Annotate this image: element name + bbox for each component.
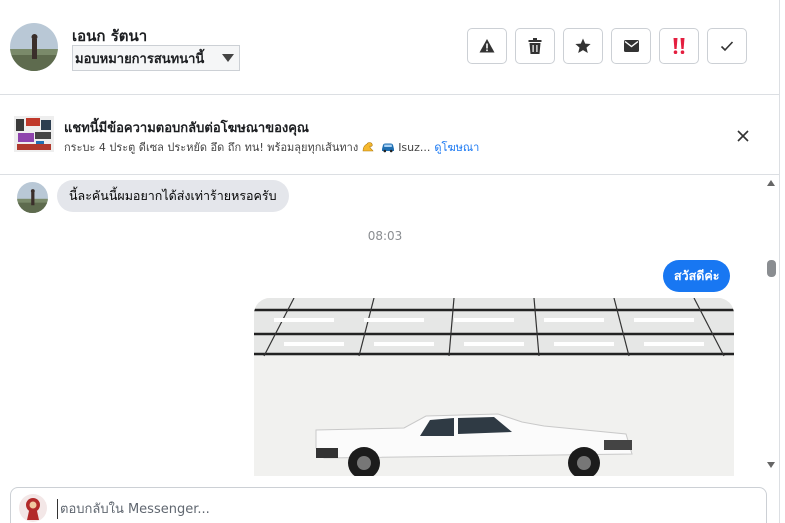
- star-icon: [575, 38, 591, 53]
- ad-description: กระบะ 4 ประตู ดีเซล ประหยัด อึด ถึก ทน! …: [64, 138, 479, 156]
- assign-conversation-label: มอบหมายการสนทนานี้: [75, 51, 205, 67]
- ad-reply-banner: แชทนี้มีข้อความตอบกลับต่อโฆษณาของคุณ กระ…: [0, 96, 779, 175]
- message-thread[interactable]: นี้ละคันนี้ผมอยากได้ส่งเท่าร้ายหรอครับ 0…: [0, 176, 766, 476]
- car-icon: [382, 143, 395, 153]
- reply-input[interactable]: [57, 499, 747, 519]
- report-spam-button[interactable]: [467, 28, 507, 64]
- ad-thumbnail[interactable]: [14, 116, 54, 152]
- warning-icon: [479, 39, 495, 53]
- thread-scrollbar[interactable]: [764, 176, 779, 476]
- page-avatar: [19, 494, 47, 522]
- conversation-header: เอนก รัตนา มอบหมายการสนทนานี้: [0, 0, 779, 95]
- mark-important-button[interactable]: [659, 28, 699, 64]
- assign-conversation-dropdown[interactable]: มอบหมายการสนทนานี้: [72, 45, 240, 71]
- close-banner-button[interactable]: [733, 126, 753, 146]
- message-timestamp: 08:03: [367, 229, 403, 243]
- close-icon: [737, 130, 749, 142]
- scroll-thumb[interactable]: [767, 260, 776, 277]
- sender-avatar: [17, 182, 48, 213]
- flexed-biceps-icon: [362, 142, 374, 152]
- mark-done-button[interactable]: [707, 28, 747, 64]
- scroll-up-arrow-icon[interactable]: [767, 180, 775, 186]
- delete-button[interactable]: [515, 28, 555, 64]
- chevron-down-icon: [222, 54, 234, 62]
- star-button[interactable]: [563, 28, 603, 64]
- ad-description-end: Isuz...: [398, 140, 431, 154]
- check-icon: [720, 41, 734, 52]
- envelope-icon: [623, 40, 639, 52]
- reply-composer: [10, 487, 767, 523]
- outgoing-message[interactable]: สวัสดีค่ะ: [663, 260, 731, 292]
- ad-description-text: กระบะ 4 ประตู ดีเซล ประหยัด อึด ถึก ทน! …: [64, 141, 359, 154]
- panel-divider: [779, 0, 780, 523]
- car-photo-attachment[interactable]: [254, 298, 734, 476]
- view-ad-link[interactable]: ดูโฆษณา: [434, 138, 479, 156]
- scroll-down-arrow-icon[interactable]: [767, 462, 775, 468]
- ad-banner-title: แชทนี้มีข้อความตอบกลับต่อโฆษณาของคุณ: [64, 121, 309, 136]
- incoming-message[interactable]: นี้ละคันนี้ผมอยากได้ส่งเท่าร้ายหรอครับ: [57, 180, 289, 212]
- contact-avatar[interactable]: [10, 23, 58, 71]
- mark-unread-button[interactable]: [611, 28, 651, 64]
- double-exclamation-icon: [673, 38, 685, 54]
- trash-icon: [528, 38, 542, 54]
